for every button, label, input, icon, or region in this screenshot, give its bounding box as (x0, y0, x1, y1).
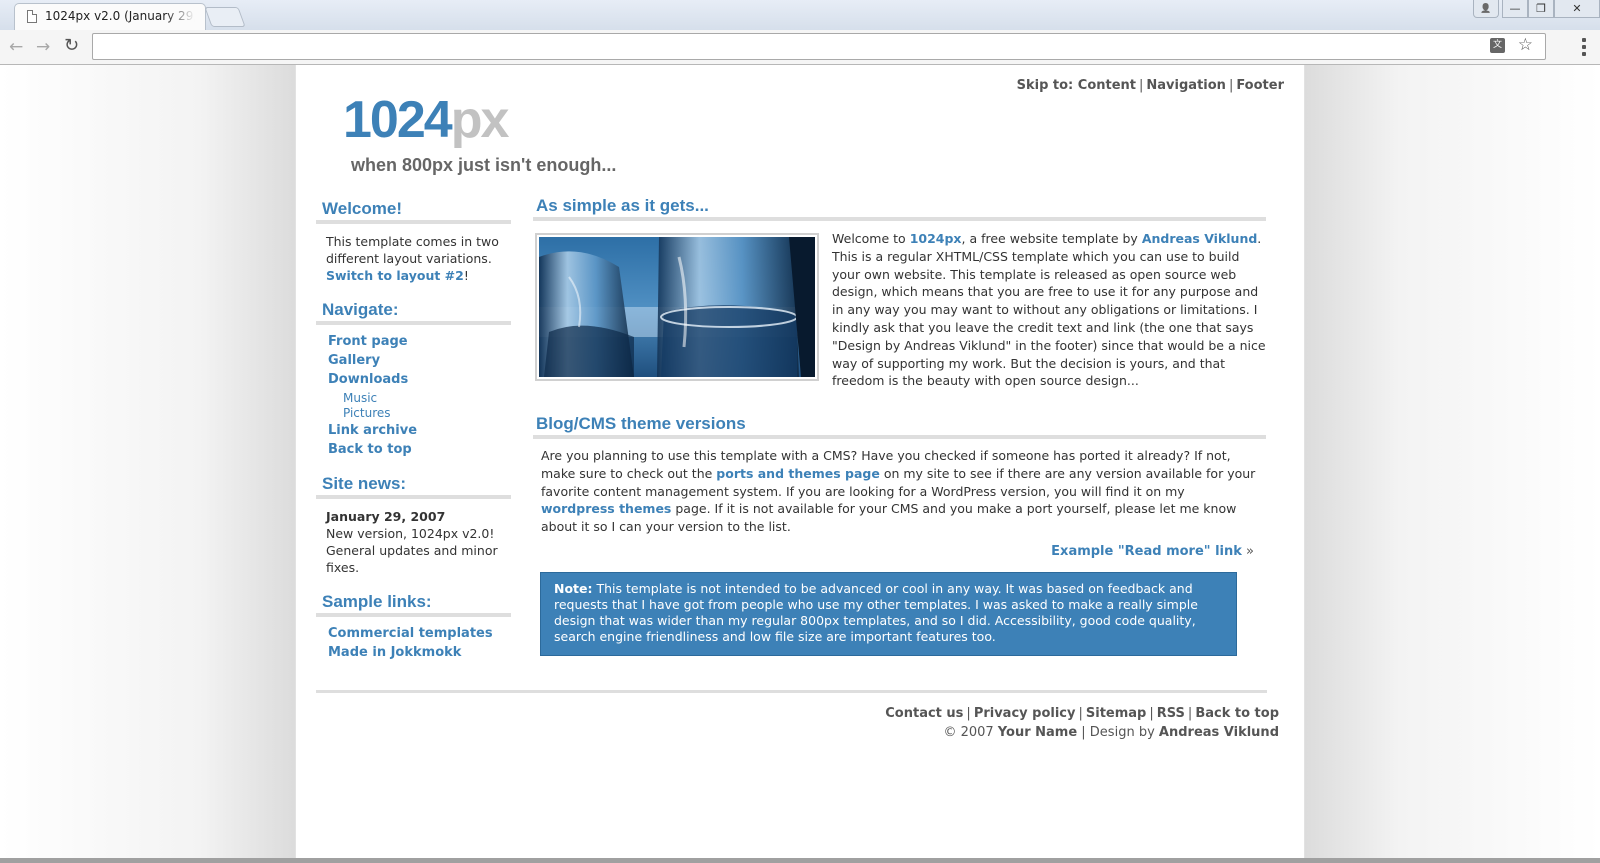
note-label: Note: (554, 580, 593, 596)
logo-suffix: px (450, 91, 510, 149)
skip-links: Skip to: Content | Navigation | Footer (1017, 78, 1284, 93)
navigation-list: Front page Gallery Downloads Music Pictu… (316, 334, 511, 457)
main-content: As simple as it gets... Welcome to 1024p… (533, 195, 1266, 656)
footer-rss-link[interactable]: RSS (1157, 706, 1185, 721)
skip-sep: | (1228, 78, 1234, 93)
reload-icon[interactable]: ↻ (64, 35, 79, 56)
welcome-text: This template comes in two different lay… (316, 233, 511, 284)
footer-sep: | (1149, 706, 1154, 721)
nav-pictures[interactable]: Pictures (328, 406, 499, 420)
news-text: New version, 1024px v2.0! General update… (326, 526, 498, 575)
nav-back-to-top[interactable]: Back to top (328, 442, 499, 457)
welcome-heading: Welcome! (316, 197, 511, 224)
intro-text-2: , a free website template by (961, 231, 1142, 246)
site-news: January 29, 2007 New version, 1024px v2.… (316, 508, 511, 576)
browser-tab[interactable]: 1024px v2.0 (January 29, 2007) (14, 3, 206, 30)
intro-text-1: Welcome to (832, 231, 910, 246)
footer-links: Contact us | Privacy policy | Sitemap | RSS | Ba… (885, 704, 1279, 723)
link-made-in-jokkmokk[interactable]: Made in Jokkmokk (328, 645, 499, 660)
author-link[interactable]: Andreas Viklund (1159, 725, 1279, 740)
footer-privacy-link[interactable]: Privacy policy (974, 706, 1076, 721)
link-andreas-viklund[interactable]: Andreas Viklund (1142, 231, 1257, 246)
note-text: This template is not intended to be adva… (554, 580, 1198, 644)
close-button[interactable]: ✕ (1554, 0, 1600, 18)
nav-music[interactable]: Music (328, 391, 499, 405)
nav-downloads[interactable]: Downloads (328, 372, 499, 387)
ports-themes-link[interactable]: ports and themes page (716, 466, 880, 481)
user-glyph: 👤 (1480, 3, 1492, 14)
intro-section: Welcome to 1024px, a free website templa… (533, 230, 1267, 413)
close-icon: ✕ (1572, 2, 1582, 15)
nav-gallery[interactable]: Gallery (328, 353, 499, 368)
skip-label: Skip to: (1016, 78, 1074, 93)
browser-tabstrip: 1024px v2.0 (January 29, 2007) 👤 — ❐ ✕ (0, 0, 1600, 30)
skip-content-link[interactable]: Content (1078, 78, 1136, 93)
news-date: January 29, 2007 (326, 509, 446, 524)
switch-layout-link[interactable]: Switch to layout #2 (326, 268, 464, 283)
read-more-link[interactable]: Example "Read more" link (1051, 544, 1242, 559)
bookmark-star-icon[interactable]: ☆ (1518, 35, 1533, 55)
footer-sep: | (1187, 706, 1193, 721)
read-more-arrow: » (1246, 543, 1254, 559)
sidebar: Welcome! This template comes in two diff… (316, 197, 511, 675)
minimize-icon: — (1509, 2, 1521, 15)
switch-after: ! (463, 268, 469, 283)
minimize-button[interactable]: — (1502, 0, 1528, 18)
read-more: Example "Read more" link » (533, 536, 1266, 559)
nav-link-archive[interactable]: Link archive (328, 423, 499, 438)
nav-front-page[interactable]: Front page (328, 334, 499, 349)
section-heading-cms: Blog/CMS theme versions (533, 413, 1266, 439)
note-box: Note: This template is not intended to b… (540, 571, 1237, 656)
your-name-link[interactable]: Your Name (998, 725, 1077, 740)
footer: Contact us | Privacy policy | Sitemap | RSS | Ba… (885, 704, 1279, 742)
taskbar-edge (0, 858, 1600, 863)
back-arrow-icon[interactable]: ← (9, 37, 23, 57)
browser-toolbar: ← → ↻ 文 ☆ (0, 30, 1600, 65)
sample-links-list: Commercial templates Made in Jokkmokk (316, 626, 511, 660)
page-container: Skip to: Content | Navigation | Footer 1024p… (295, 65, 1305, 863)
design-by-text: | Design by (1077, 725, 1159, 740)
sample-links-heading: Sample links: (316, 590, 511, 617)
window-controls: 👤 — ❐ ✕ (1473, 0, 1600, 18)
page-icon (27, 10, 37, 23)
cms-paragraph: Are you planning to use this template wi… (533, 439, 1266, 536)
translate-icon[interactable]: 文 (1490, 38, 1505, 53)
restore-button[interactable]: ❐ (1528, 0, 1554, 18)
skip-sep: | (1139, 78, 1144, 93)
section-heading: As simple as it gets... (533, 195, 1266, 221)
intro-text-3: . This is a regular XHTML/CSS template w… (832, 231, 1266, 389)
navigate-heading: Navigate: (316, 298, 511, 325)
footer-credits: © 2007 Your Name | Design by Andreas Vik… (885, 723, 1279, 742)
footer-divider (316, 690, 1267, 693)
address-bar[interactable]: 文 ☆ (92, 33, 1546, 60)
footer-sep: | (966, 706, 971, 721)
link-1024px[interactable]: 1024px (910, 231, 962, 246)
browser-viewport: Skip to: Content | Navigation | Footer 1024p… (0, 65, 1600, 863)
site-logo[interactable]: 1024px (343, 90, 510, 150)
new-tab-button[interactable] (204, 7, 246, 27)
footer-back-to-top-link[interactable]: Back to top (1195, 706, 1279, 721)
logo-main: 1024 (343, 91, 453, 149)
forward-arrow-icon[interactable]: → (36, 37, 50, 57)
site-news-heading: Site news: (316, 472, 511, 499)
wordpress-themes-link[interactable]: wordpress themes (541, 501, 671, 516)
restore-icon: ❐ (1536, 2, 1546, 15)
intro-paragraph: Welcome to 1024px, a free website templa… (832, 230, 1267, 390)
site-slogan: when 800px just isn't enough... (351, 155, 617, 175)
footer-contact-link[interactable]: Contact us (885, 706, 963, 721)
user-icon[interactable]: 👤 (1473, 0, 1499, 18)
tab-title: 1024px v2.0 (January 29, 2007) (45, 9, 195, 23)
welcome-body: This template comes in two different lay… (326, 234, 499, 266)
glasses-photo (535, 233, 819, 381)
menu-icon[interactable] (1582, 38, 1586, 59)
copyright-text: © 2007 (943, 725, 998, 740)
footer-sep: | (1078, 706, 1083, 721)
skip-navigation-link[interactable]: Navigation (1146, 78, 1226, 93)
link-commercial-templates[interactable]: Commercial templates (328, 626, 499, 641)
footer-sitemap-link[interactable]: Sitemap (1086, 706, 1146, 721)
skip-footer-link[interactable]: Footer (1236, 78, 1284, 93)
